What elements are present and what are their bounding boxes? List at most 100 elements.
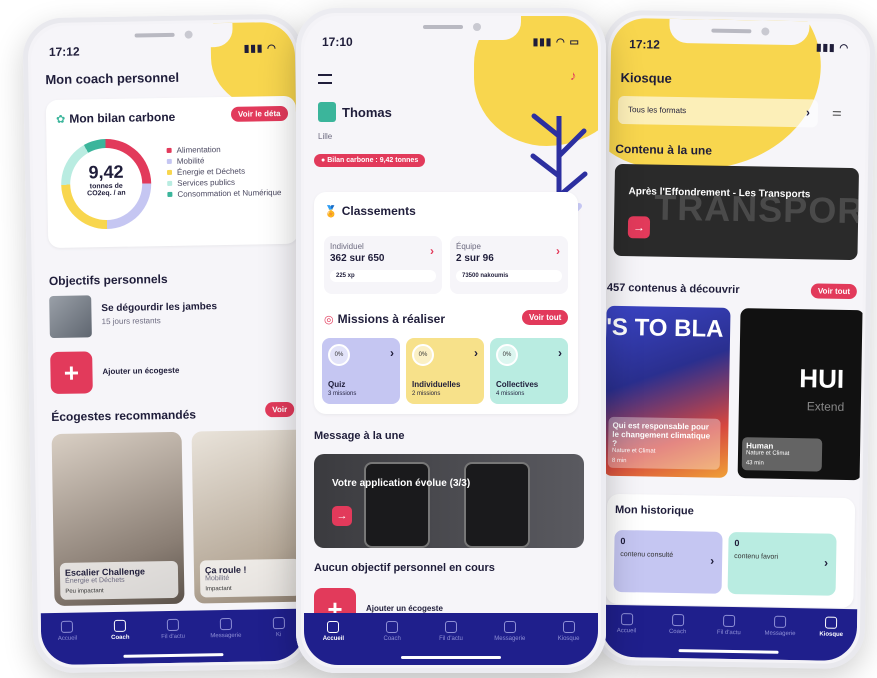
chevron-right-icon: ›: [474, 346, 478, 360]
format-filter[interactable]: Tous les formats ›: [617, 95, 819, 128]
add-ecogeste-button[interactable]: +: [50, 351, 93, 395]
nav-fil-actu[interactable]: Fil d'actu: [148, 618, 198, 641]
page-title: Mon coach personnel: [45, 69, 180, 88]
rank-individuel[interactable]: Individuel 362 sur 650 225 xp ›: [324, 236, 442, 294]
content-card-label: Qui est responsable pour le changement c…: [607, 416, 721, 470]
nav-label: Kiosque: [557, 636, 580, 642]
legend-item: Services publics: [167, 177, 287, 188]
user-name: Thomas: [342, 105, 392, 120]
mission-quiz[interactable]: 0% › Quiz 3 missions: [322, 338, 400, 404]
nav-messagerie[interactable]: Messagerie: [201, 617, 251, 640]
reco-card[interactable]: Escalier Challenge Énergie et Déchets Pe…: [51, 431, 185, 607]
add-ecogeste-label[interactable]: Ajouter un écogeste: [102, 366, 179, 376]
home-icon: [620, 613, 633, 626]
nav-label: Messagerie: [210, 632, 242, 640]
legend-swatch: [167, 191, 173, 197]
nav-messagerie[interactable]: Messagerie: [755, 615, 805, 637]
content-card[interactable]: HUI Extend Human Nature et Climat 43 min: [737, 308, 865, 481]
nav-coach[interactable]: Coach: [367, 621, 417, 642]
newspaper-icon: [444, 621, 457, 633]
legend-label: Mobilité: [176, 156, 205, 166]
message-text: Votre application évolue (3/3): [332, 478, 471, 489]
reco-card-label: Escalier Challenge Énergie et Déchets Pe…: [59, 560, 179, 600]
content-card-big: HUI: [799, 363, 845, 394]
kiosque-screen: 17:12 ▮▮▮ ◠ Kiosque Tous les formats › ⚌ …: [600, 17, 868, 662]
objectif-thumbnail: [49, 295, 92, 339]
nav-accueil[interactable]: Accueil: [42, 620, 92, 642]
nav-label: Fil d'actu: [716, 629, 741, 637]
nav-label: Fil d'actu: [161, 633, 186, 641]
chevron-right-icon: ›: [823, 555, 829, 570]
legend-swatch: [167, 180, 173, 186]
reco-voir-button[interactable]: Voir: [265, 401, 295, 418]
classements-card: 🏅 Classements Individuel 362 sur 650 225…: [314, 192, 578, 414]
mission-sub: 2 missions: [412, 391, 441, 397]
carbon-donut: 9,42 tonnes de CO2eq. / an: [60, 138, 152, 230]
historique-item[interactable]: 0 contenu consulté ›: [613, 529, 723, 594]
missions-voir-button[interactable]: Voir tout: [522, 310, 569, 325]
bilan-title: Mon bilan carbone: [69, 109, 176, 126]
signal-icon: ▮▮▮ ◠: [815, 41, 850, 54]
clock: 17:12: [48, 44, 80, 60]
legend-item: Énergie et Déchets: [166, 166, 287, 177]
settings-sliders-icon[interactable]: ⚌: [832, 106, 842, 119]
voir-detail-button[interactable]: Voir le déta: [230, 105, 288, 122]
content-card-sub: Nature et Climat: [611, 447, 656, 455]
bilan-badge-text: Bilan carbone : 9,42 tonnes: [327, 157, 419, 164]
nav-label: Fil d'actu: [439, 636, 463, 642]
message-card[interactable]: Votre application évolue (3/3) →: [314, 454, 584, 548]
contenus-voir-button[interactable]: Voir tout: [810, 283, 858, 300]
app-screenshots: 17:12 ▮▮▮ ◠ Mon coach personnel ✿ Mon bil…: [0, 0, 877, 678]
nav-kiosque[interactable]: Kiosque: [806, 616, 856, 638]
add-ecogeste-label[interactable]: Ajouter un écogeste: [366, 604, 443, 613]
nav-fil-actu[interactable]: Fil d'actu: [704, 614, 754, 637]
arrow-right-icon: →: [632, 220, 646, 235]
nav-label: Coach: [383, 636, 401, 642]
message-icon: [774, 615, 787, 628]
une-card[interactable]: TRANSPORTS Après l'Effondrement - Les Tr…: [613, 163, 860, 261]
reco-card-label: Ça roule ! Mobilité Impactant: [199, 558, 301, 598]
content-card[interactable]: 'S TO BLA Qui est responsable pour le ch…: [603, 305, 731, 478]
signal-icon: ▮▮▮ ◠: [243, 42, 277, 55]
carbon-legend: Alimentation Mobilité Énergie et Déchets…: [166, 144, 288, 201]
objectif-sub: 15 jours restants: [101, 316, 161, 327]
missions-title: Missions à réaliser: [337, 312, 445, 326]
reco-card[interactable]: Ça roule ! Mobilité Impactant: [191, 429, 306, 604]
phones-illustration: [464, 462, 530, 548]
filter-label: Tous les formats: [627, 105, 687, 116]
nav-messagerie[interactable]: Messagerie: [485, 621, 535, 642]
bilan-badge[interactable]: ● Bilan carbone : 9,42 tonnes: [314, 154, 426, 167]
chevron-right-icon: ›: [556, 244, 560, 258]
phone-kiosque: 17:12 ▮▮▮ ◠ Kiosque Tous les formats › ⚌ …: [592, 9, 876, 670]
message-arrow-button[interactable]: →: [332, 506, 352, 526]
chevron-right-icon: ›: [430, 244, 434, 258]
une-title: Contenu à la une: [615, 141, 713, 158]
bell-icon[interactable]: ♪: [570, 68, 577, 83]
bottom-nav: Accueil Coach Fil d'actu Messagerie Kios…: [600, 604, 858, 662]
newspaper-icon: [722, 614, 736, 628]
nav-accueil[interactable]: Accueil: [601, 613, 651, 635]
nav-coach[interactable]: Coach: [95, 619, 145, 641]
nav-label: Kiosque: [819, 631, 844, 638]
une-arrow-button[interactable]: →: [627, 216, 651, 239]
historique-item[interactable]: 0 contenu favori ›: [727, 531, 837, 596]
phones-illustration: [364, 462, 430, 548]
content-card-time: 43 min: [745, 460, 764, 467]
book-icon: [562, 621, 575, 633]
menu-icon[interactable]: [318, 74, 332, 84]
content-card-sub2: Extend: [806, 399, 845, 414]
nav-fil-actu[interactable]: Fil d'actu: [426, 621, 476, 642]
reco-title: Écogestes recommandés: [51, 407, 197, 425]
phone-coach: 17:12 ▮▮▮ ◠ Mon coach personnel ✿ Mon bil…: [22, 13, 314, 674]
nav-kiosque[interactable]: Kiosque: [544, 621, 594, 642]
message-icon: [503, 621, 516, 633]
target-icon: ◎: [324, 313, 334, 326]
mission-individuelles[interactable]: 0% › Individuelles 2 missions: [406, 338, 484, 404]
nav-coach[interactable]: Coach: [653, 613, 703, 636]
objectif-item[interactable]: Se dégourdir les jambes 15 jours restant…: [49, 292, 290, 340]
nav-accueil[interactable]: Accueil: [308, 621, 358, 642]
coach-screen: 17:12 ▮▮▮ ◠ Mon coach personnel ✿ Mon bil…: [30, 21, 306, 666]
mission-collectives[interactable]: 0% › Collectives 4 missions: [490, 338, 568, 404]
rank-value: 362 sur 650: [330, 253, 385, 264]
rank-equipe[interactable]: Équipe 2 sur 96 73500 nakoumis ›: [450, 236, 568, 294]
